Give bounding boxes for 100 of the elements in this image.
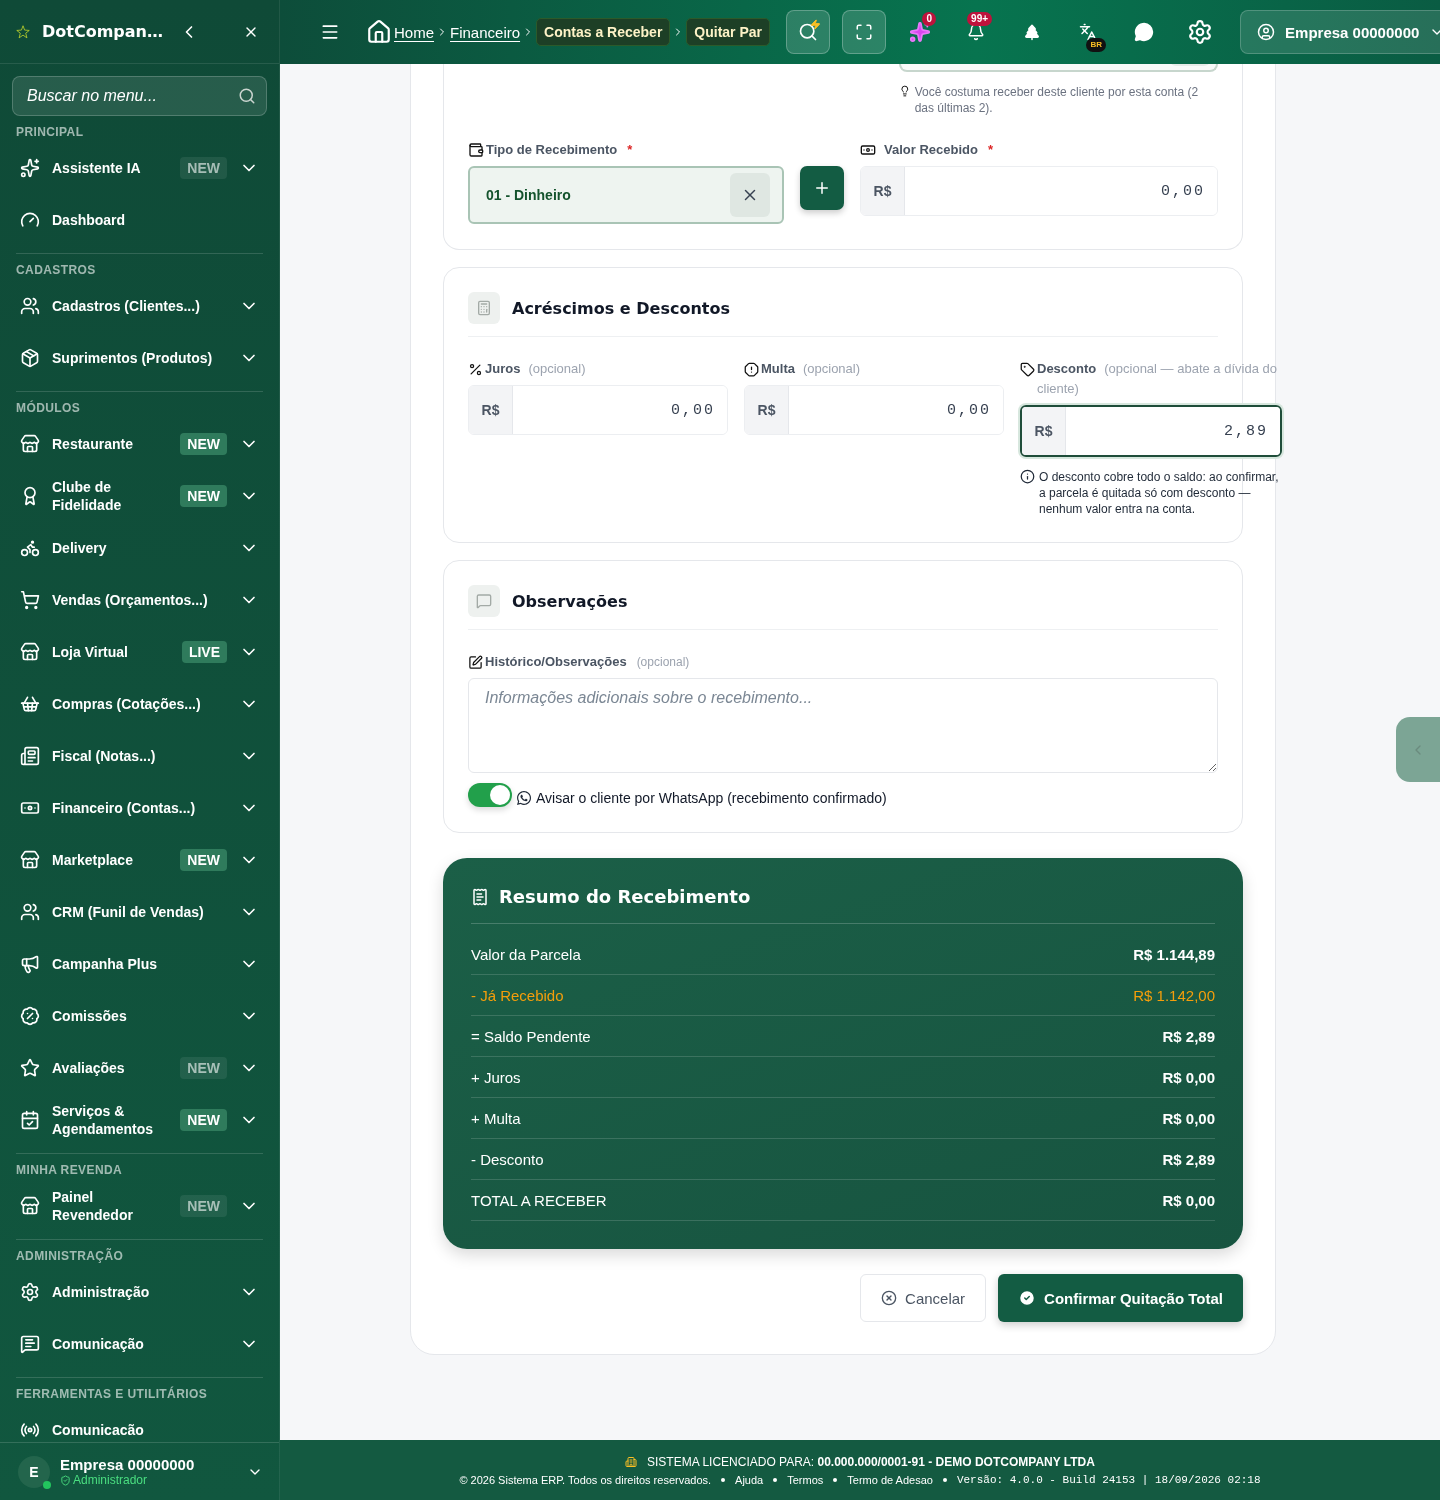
- add-button[interactable]: [800, 166, 844, 210]
- bike-icon: [20, 538, 40, 558]
- summary-label: - Desconto: [471, 1150, 544, 1168]
- menu-item[interactable]: Comunicação: [16, 1318, 263, 1370]
- new-badge: NEW: [180, 1195, 227, 1217]
- section-title: MÓDULOS: [16, 399, 82, 417]
- menu-item[interactable]: Compras (Cotações...): [16, 678, 263, 730]
- amount-field[interactable]: R$ 0,00: [744, 385, 1004, 435]
- payment-type-select[interactable]: 01 - Dinheiro: [468, 166, 784, 224]
- menu-item[interactable]: Restaurante NEW: [16, 418, 263, 470]
- summary-value: R$ 2,89: [1162, 1027, 1215, 1045]
- gauge-icon: [20, 210, 40, 230]
- language-badge: BR: [1086, 38, 1107, 52]
- fullscreen-button[interactable]: [842, 10, 887, 54]
- building-icon: [625, 1455, 638, 1468]
- license-text: SISTEMA LICENCIADO PARA: 00.000.000/0001-91 - DEMO DOTCOMPANY LTDA: [647, 1454, 1095, 1469]
- amount-field[interactable]: R$ 0,00: [468, 385, 728, 435]
- menu-item[interactable]: Assistente IA NEW: [16, 142, 263, 194]
- ai-button[interactable]: 0: [898, 10, 943, 54]
- notification-badge: 99+: [967, 12, 993, 26]
- summary-label: + Juros: [471, 1068, 521, 1086]
- search-button[interactable]: [786, 10, 831, 54]
- menu-item[interactable]: Marketplace NEW: [16, 834, 263, 886]
- menu-item[interactable]: Fiscal (Notas...): [16, 730, 263, 782]
- breadcrumb-item[interactable]: Quitar Par: [686, 18, 771, 46]
- menu-search-field[interactable]: Buscar no menu...: [12, 76, 267, 116]
- user-icon: [1257, 23, 1276, 41]
- store-icon: [20, 850, 40, 870]
- menu-item[interactable]: Comissões: [16, 990, 263, 1042]
- menu-item[interactable]: Financeiro (Contas...): [16, 782, 263, 834]
- menu-item[interactable]: Administração: [16, 1266, 263, 1318]
- profile-role: Administrador: [73, 1473, 148, 1487]
- edit-icon: [468, 654, 483, 670]
- breadcrumb-link[interactable]: Financeiro: [450, 23, 521, 41]
- language-button[interactable]: BR: [1066, 10, 1111, 54]
- radio-icon: [20, 1420, 40, 1440]
- banknote-icon: [860, 142, 876, 158]
- users-icon: [20, 902, 40, 922]
- notifications-button[interactable]: 99+: [954, 10, 999, 54]
- footer-link[interactable]: Ajuda: [735, 1473, 764, 1486]
- summary-value: R$ 1.144,89: [1133, 945, 1215, 963]
- cancel-icon: [881, 1290, 898, 1306]
- new-badge: NEW: [180, 1109, 227, 1131]
- account-button[interactable]: Empresa 00000000: [1240, 10, 1440, 54]
- menu-item[interactable]: Vendas (Orçamentos...): [16, 574, 263, 626]
- breadcrumb-link[interactable]: Home: [394, 23, 434, 41]
- profile-bar[interactable]: E Empresa 00000000 Administrador: [0, 1442, 279, 1500]
- menu-item[interactable]: Delivery: [16, 522, 263, 574]
- sparkle-icon: [909, 21, 932, 43]
- menu-item[interactable]: Serviços & Agendamentos NEW: [16, 1094, 263, 1146]
- summary-title: Resumo do Recebimento: [499, 886, 751, 907]
- settings-icon: [20, 1282, 40, 1302]
- summary-value: R$ 2,89: [1162, 1150, 1215, 1168]
- store-icon: [20, 1196, 40, 1216]
- document-icon: [20, 746, 40, 766]
- search-icon: [798, 22, 819, 42]
- lightning-icon: [810, 19, 822, 30]
- menu-item[interactable]: Dashboard: [16, 194, 263, 246]
- store-icon: [20, 434, 40, 454]
- menu-item[interactable]: CRM (Funil de Vendas): [16, 886, 263, 938]
- menu-item[interactable]: Avaliações NEW: [16, 1042, 263, 1094]
- avatar: E: [18, 1455, 50, 1488]
- menu-item[interactable]: Painel Revendedor NEW: [16, 1180, 263, 1232]
- menu-search-input[interactable]: Buscar no menu...: [25, 86, 238, 106]
- megaphone-icon: [20, 954, 40, 974]
- summary-label: Valor da Parcela: [471, 945, 581, 963]
- menu-item[interactable]: Loja Virtual LIVE: [16, 626, 263, 678]
- check-icon: [1018, 1289, 1037, 1307]
- footer-link[interactable]: Termos: [787, 1473, 824, 1486]
- clear-button[interactable]: [730, 173, 770, 217]
- required-mark: *: [627, 141, 633, 159]
- calculator-icon: [468, 292, 500, 324]
- tree-icon: [1023, 23, 1042, 41]
- menu-item[interactable]: Suprimentos (Produtos): [16, 332, 263, 384]
- notification-badge: 0: [922, 12, 937, 26]
- panel-title: Acréscimos e Descontos: [512, 298, 730, 318]
- sparkle-icon: [20, 158, 40, 178]
- side-panel-tab[interactable]: [1396, 717, 1440, 782]
- toggle-switch[interactable]: [468, 783, 512, 807]
- info-icon: [1020, 469, 1035, 484]
- new-badge: NEW: [180, 157, 227, 179]
- amount-field[interactable]: R$ 2,89: [1020, 405, 1282, 457]
- cancel-button[interactable]: Cancelar: [860, 1274, 987, 1322]
- menu-item[interactable]: Campanha Plus: [16, 938, 263, 990]
- footer-link[interactable]: Termo de Adesao: [847, 1473, 933, 1486]
- required-mark: *: [987, 141, 993, 159]
- store-icon: [20, 642, 40, 662]
- notes-field[interactable]: Informações adicionais sobre o recebimento...: [468, 678, 1218, 773]
- summary-value: R$ 1.142,00: [1133, 986, 1215, 1004]
- breadcrumb-item[interactable]: Contas a Receber: [536, 18, 671, 46]
- menu-item[interactable]: Cadastros (Clientes...): [16, 280, 263, 332]
- field-label: Histórico/Observações: [485, 653, 627, 671]
- brand-name: DotCompan…: [42, 22, 163, 41]
- new-badge: NEW: [180, 485, 227, 507]
- amount-field[interactable]: R$ 0,00: [860, 166, 1218, 216]
- wallet-icon: [468, 142, 484, 158]
- expand-icon: [855, 23, 874, 41]
- confirm-button[interactable]: Confirmar Quitação Total: [998, 1274, 1243, 1322]
- menu-item[interactable]: Comunicacão: [16, 1404, 263, 1442]
- menu-item[interactable]: Clube de Fidelidade NEW: [16, 470, 263, 522]
